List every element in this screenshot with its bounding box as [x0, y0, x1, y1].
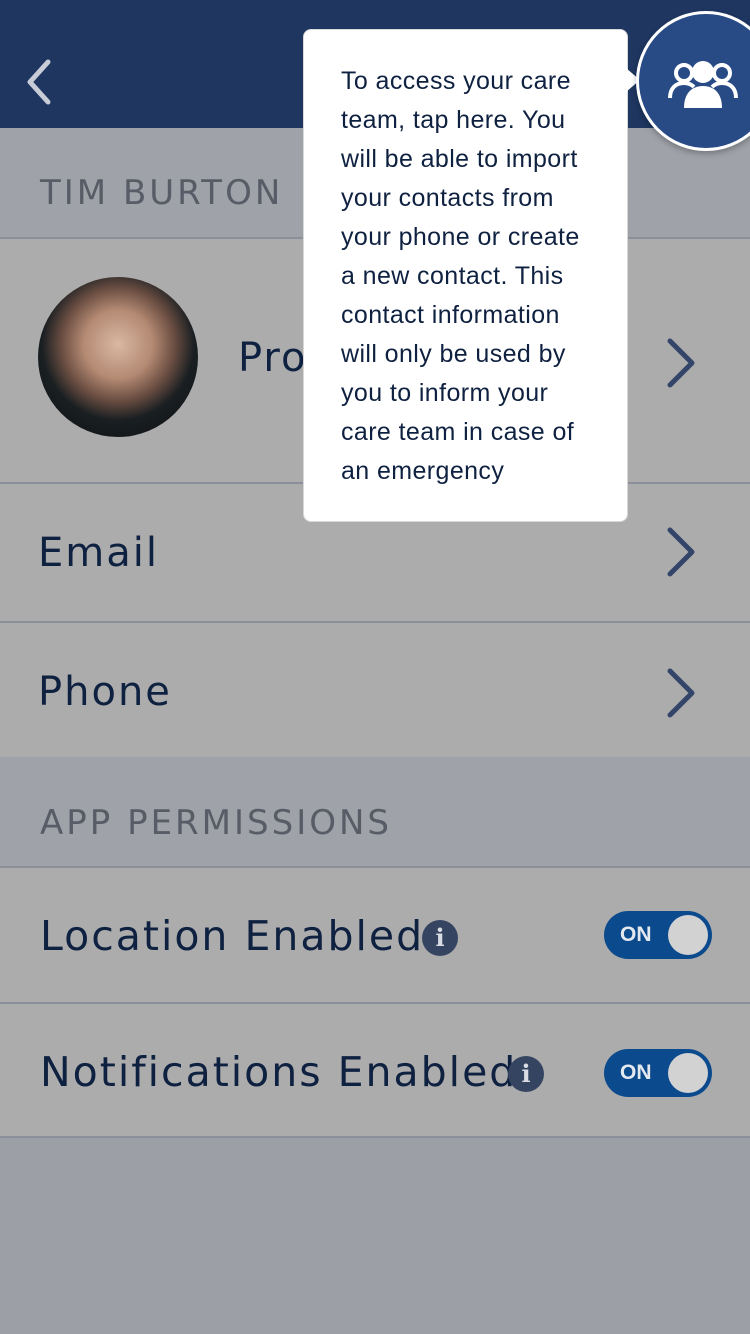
avatar	[38, 277, 198, 437]
toggle-knob	[668, 1053, 708, 1093]
app-permissions-section-title: APP PERMISSIONS	[0, 757, 750, 867]
notifications-toggle[interactable]: ON	[604, 1049, 712, 1097]
info-icon[interactable]: i	[422, 920, 458, 956]
tooltip-line: your contacts from	[341, 184, 554, 212]
tooltip-text: To access your care team, tap here. You …	[341, 62, 607, 491]
location-enabled-label: Location Enabled	[40, 912, 425, 960]
care-team-tooltip: To access your care team, tap here. You …	[303, 29, 628, 522]
chevron-right-icon	[667, 527, 695, 577]
tooltip-line: To access your care	[341, 67, 571, 95]
info-icon[interactable]: i	[508, 1056, 544, 1092]
chevron-right-icon	[667, 338, 695, 388]
tooltip-line: contact information	[341, 301, 560, 329]
notifications-permission-row: Notifications Enabled i ON	[0, 1002, 750, 1138]
location-permission-row: Location Enabled i ON	[0, 866, 750, 1003]
tooltip-line: team, tap here. You	[341, 106, 566, 134]
toggle-state-label: ON	[620, 923, 652, 946]
tooltip-line: an emergency	[341, 457, 505, 485]
tooltip-line: will be able to import	[341, 145, 578, 173]
tooltip-line: will only be used by	[341, 340, 566, 368]
toggle-knob	[668, 915, 708, 955]
toggle-state-label: ON	[620, 1061, 652, 1084]
email-row-label: Email	[38, 530, 159, 576]
chevron-left-icon	[27, 59, 51, 105]
phone-row[interactable]: Phone	[0, 621, 750, 758]
notifications-enabled-label: Notifications Enabled	[40, 1048, 518, 1096]
tooltip-line: your phone or create	[341, 223, 580, 251]
tooltip-line: care team in case of	[341, 418, 575, 446]
location-toggle[interactable]: ON	[604, 911, 712, 959]
phone-row-label: Phone	[38, 669, 172, 715]
chevron-right-icon	[667, 668, 695, 718]
back-button[interactable]	[22, 54, 62, 110]
group-icon	[668, 61, 738, 108]
tooltip-line: you to inform your	[341, 379, 549, 407]
tooltip-line: a new contact. This	[341, 262, 564, 290]
